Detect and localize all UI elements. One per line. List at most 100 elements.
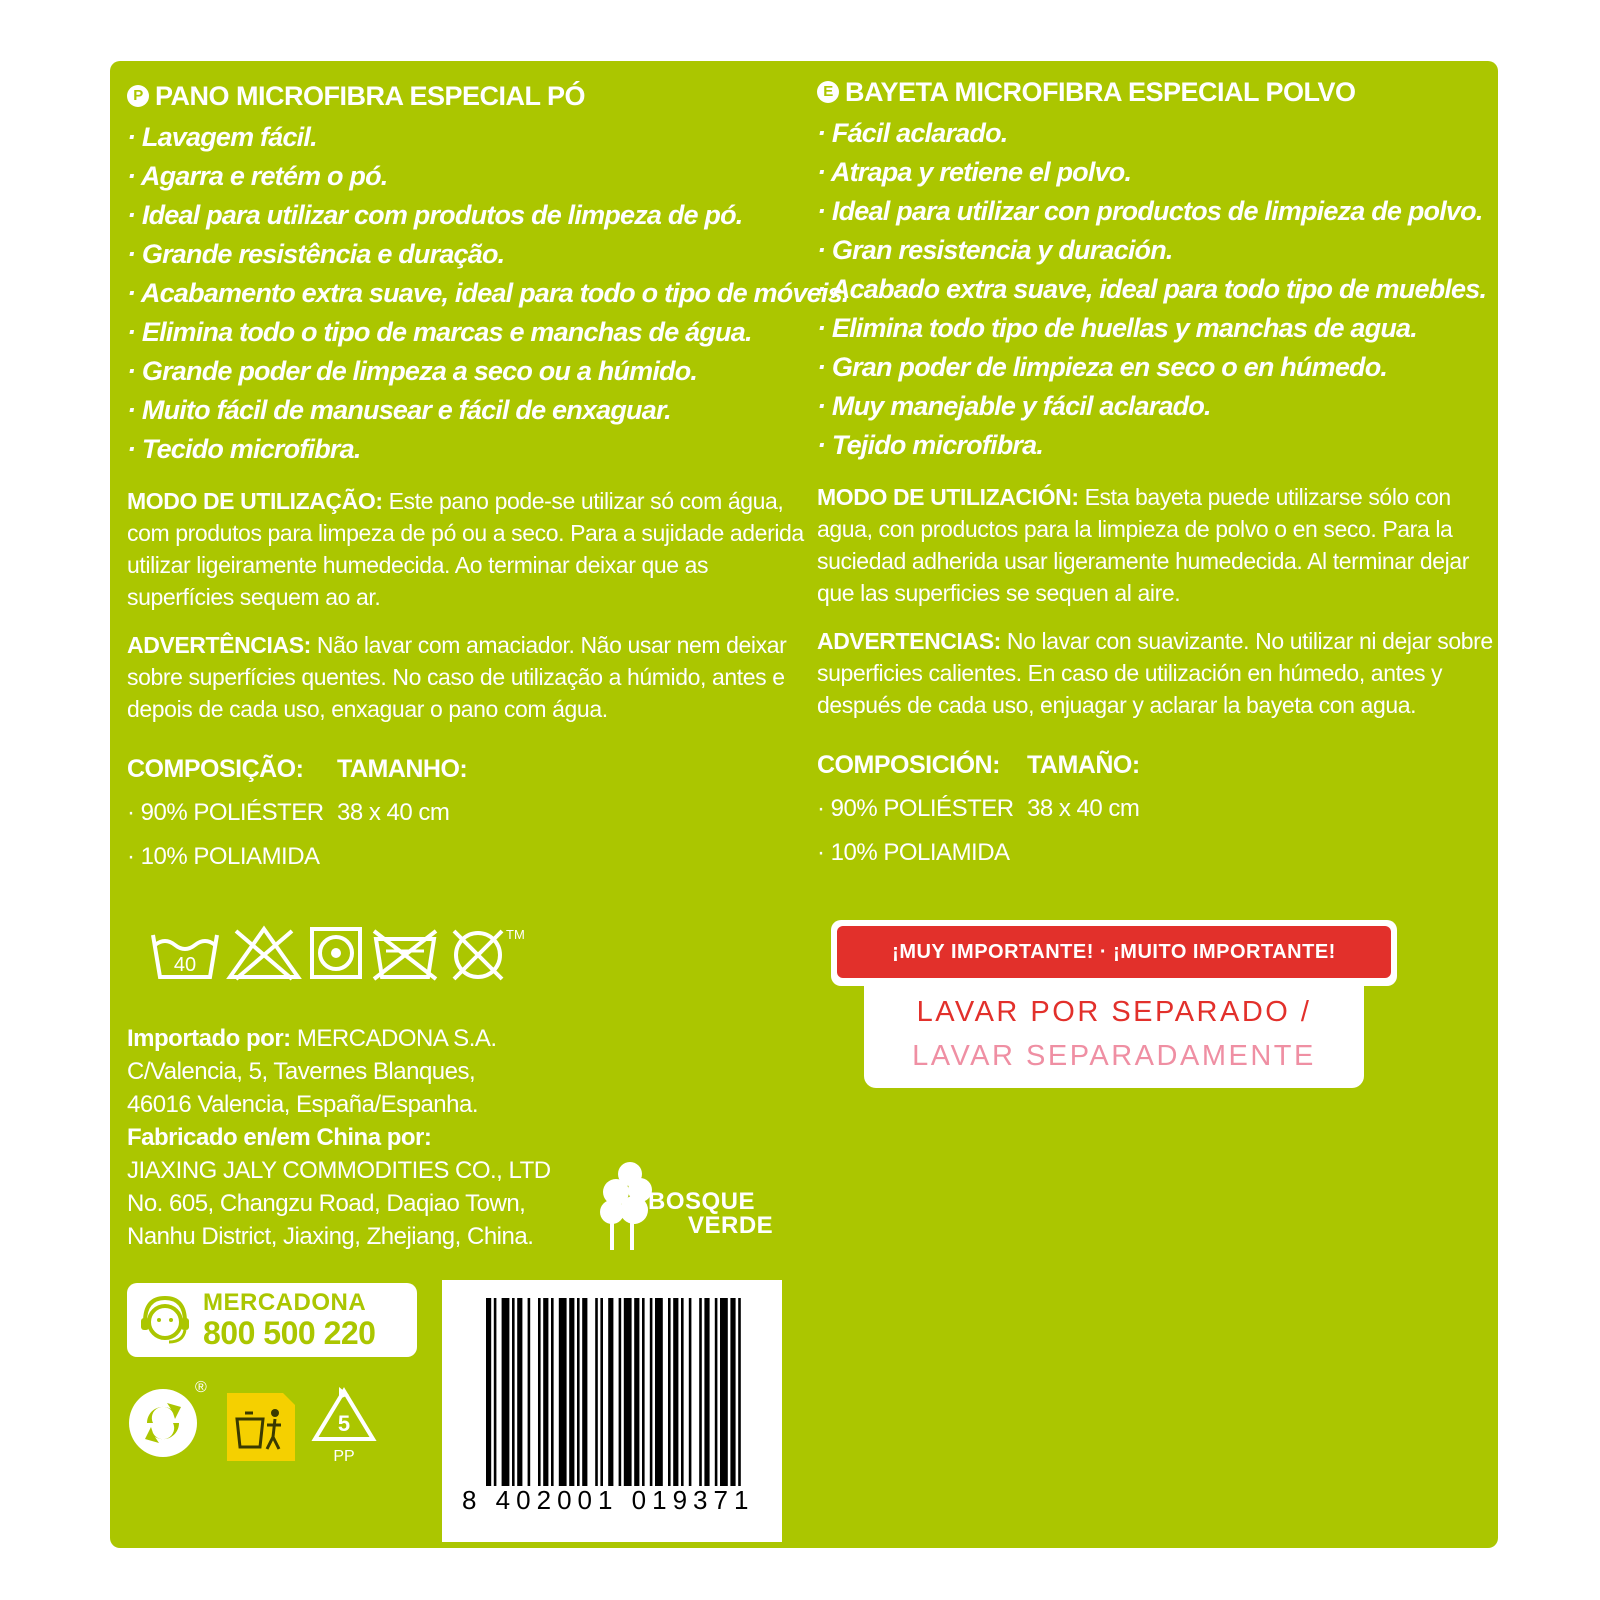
barcode-bar <box>738 1298 741 1486</box>
bosque-line-1: BOSQUE <box>648 1188 756 1215</box>
mercadona-name: MERCADONA <box>203 1289 367 1316</box>
green-dot-icon <box>129 1389 197 1457</box>
barcode-number: 8 402001 019371 <box>462 1485 755 1515</box>
bosque-verde-text: BOSQUE VERDE <box>648 1190 773 1238</box>
es-feature-list: · Fácil aclarado. · Atrapa y retiene el … <box>817 114 1497 465</box>
barcode-bar <box>668 1298 671 1486</box>
portuguese-column: P PANO MICROFIBRA ESPECIAL PÓ · Lavagem … <box>127 80 849 887</box>
barcode-bar <box>655 1298 663 1486</box>
barcode: 8 402001 019371 <box>442 1280 782 1542</box>
wash-40-icon: 40 <box>151 934 219 979</box>
barcode-bar <box>512 1298 515 1486</box>
importer-address-2: 46016 Valencia, España/Espanha. <box>127 1091 479 1118</box>
barcode-bar <box>642 1298 645 1486</box>
barcode-bar <box>501 1298 510 1486</box>
es-warnings-label: ADVERTENCIAS: <box>817 628 1001 654</box>
list-item: · Gran poder de limpieza en seco o en hú… <box>817 352 1388 382</box>
barcode-bar <box>730 1298 736 1486</box>
dispose-bin-icon <box>227 1393 295 1461</box>
warning-header-text: ¡MUY IMPORTANTE! · ¡MUITO IMPORTANTE! <box>837 926 1391 978</box>
es-usage-label: MODO DE UTILIZACIÓN: <box>817 484 1079 510</box>
list-item: · Atrapa y retiene el polvo. <box>817 157 1132 187</box>
list-item: · Ideal para utilizar con productos de l… <box>817 196 1483 226</box>
barcode-bar <box>538 1298 541 1486</box>
importer-info: Importado por: MERCADONA S.A. C/Valencia… <box>127 1022 551 1253</box>
pt-composition-polyamide: · 10% POLIAMIDA <box>127 843 320 870</box>
plastic-code: 5 <box>338 1411 350 1436</box>
list-item: · Gran resistencia y duración. <box>817 235 1173 265</box>
barcode-bar <box>558 1298 567 1486</box>
list-item: · Grande resistência e duração. <box>127 239 505 269</box>
imported-by-value: MERCADONA S.A. <box>290 1025 497 1052</box>
mercadona-hotline: MERCADONA 800 500 220 <box>127 1283 417 1357</box>
es-warnings-paragraph: ADVERTENCIAS: No lavar con suavizante. N… <box>817 625 1497 721</box>
pt-composition-polyester: · 90% POLIÉSTER <box>127 799 324 826</box>
barcode-bar <box>582 1298 588 1486</box>
bosque-verde-logo: BOSQUE VERDE <box>600 1160 773 1257</box>
list-item: · Lavagem fácil. <box>127 122 318 152</box>
barcode-bar <box>681 1298 684 1486</box>
pt-specs: COMPOSIÇÃO: TAMANHO: · 90% POLIÉSTER 38 … <box>127 755 807 887</box>
list-item: · Muito fácil de manusear e fácil de enx… <box>127 395 672 425</box>
list-item: · Fácil aclarado. <box>817 118 1008 148</box>
barcode-bar <box>595 1298 598 1486</box>
barcode-bar <box>704 1298 710 1486</box>
list-item: · Ideal para utilizar com produtos de li… <box>127 200 743 230</box>
es-title-text: BAYETA MICROFIBRA ESPECIAL POLVO <box>845 77 1356 107</box>
imported-by-line: Importado por: MERCADONA S.A. <box>127 1022 551 1055</box>
barcode-bar <box>714 1298 718 1486</box>
pt-size-label: TAMANHO: <box>337 755 468 783</box>
trademark-mark: TM <box>506 927 525 942</box>
barcode-bar <box>517 1298 523 1486</box>
pt-title: P PANO MICROFIBRA ESPECIAL PÓ <box>127 80 807 112</box>
pt-usage-paragraph: MODO DE UTILIZAÇÃO: Este pano pode-se ut… <box>127 485 807 613</box>
es-composition-polyester: · 90% POLIÉSTER <box>817 795 1014 822</box>
maker-line-3: Nanhu District, Jiaxing, Zhejiang, China… <box>127 1223 534 1250</box>
care-symbols: 40 TM <box>150 925 538 981</box>
barcode-bar <box>527 1298 531 1486</box>
maker-line-2: No. 605, Changzu Road, Daqiao Town, <box>127 1190 526 1217</box>
bosque-line-2: VERDE <box>688 1212 774 1239</box>
barcode-bar <box>634 1298 640 1486</box>
es-language-badge: E <box>817 81 839 103</box>
pt-feature-list: · Lavagem fácil. · Agarra e retém o pó. … <box>127 118 849 469</box>
es-composition-polyamide: · 10% POLIAMIDA <box>817 839 1010 866</box>
barcode-bars <box>486 1298 741 1486</box>
no-bleach-icon <box>226 925 302 981</box>
headset-agent-icon <box>141 1295 189 1344</box>
recycle-pp-icon: 5 PP <box>311 1387 377 1465</box>
mercadona-phone: 800 500 220 <box>203 1315 376 1351</box>
pt-title-text: PANO MICROFIBRA ESPECIAL PÓ <box>155 81 586 111</box>
list-item: · Agarra e retém o pó. <box>127 161 388 191</box>
importer-address-1: C/Valencia, 5, Tavernes Blanques, <box>127 1058 476 1085</box>
warning-message-box: LAVAR POR SEPARADO / LAVAR SEPARADAMENTE <box>864 978 1364 1088</box>
barcode-bar <box>551 1298 554 1486</box>
spanish-column: E BAYETA MICROFIBRA ESPECIAL POLVO · Fác… <box>817 76 1497 883</box>
list-item: · Elimina todo tipo de huellas y manchas… <box>817 313 1418 343</box>
es-size-value: 38 x 40 cm <box>1027 795 1140 822</box>
wash-warning: LAVAR POR SEPARADO / LAVAR SEPARADAMENTE… <box>831 920 1397 1088</box>
wash-temperature: 40 <box>174 954 196 976</box>
barcode-bar <box>623 1298 632 1486</box>
barcode-bar <box>649 1298 653 1486</box>
barcode-bar <box>543 1298 549 1486</box>
warning-line-1: LAVAR POR SEPARADO / <box>916 996 1312 1028</box>
barcode-bar <box>608 1298 614 1486</box>
es-title: E BAYETA MICROFIBRA ESPECIAL POLVO <box>817 76 1497 108</box>
es-usage-paragraph: MODO DE UTILIZACIÓN: Esta bayeta puede u… <box>817 481 1497 609</box>
list-item: · Acabamento extra suave, ideal para tod… <box>127 278 849 308</box>
barcode-bar <box>618 1298 622 1486</box>
imported-by-label: Importado por: <box>127 1025 291 1052</box>
made-in-label: Fabricado en/em China por: <box>127 1124 432 1151</box>
list-item: · Grande poder de limpeza a seco ou a hú… <box>127 356 698 386</box>
plastic-type: PP <box>333 1448 354 1465</box>
barcode-bar <box>673 1298 679 1486</box>
barcode-bar <box>569 1298 575 1486</box>
barcode-bar <box>699 1298 702 1486</box>
warning-header: ¡MUY IMPORTANTE! · ¡MUITO IMPORTANTE! <box>831 920 1397 986</box>
es-specs: COMPOSICIÓN: TAMAÑO: · 90% POLIÉSTER 38 … <box>817 751 1497 883</box>
barcode-bar <box>493 1298 497 1486</box>
warning-line-2: LAVAR SEPARADAMENTE <box>912 1040 1316 1072</box>
barcode-bar <box>720 1298 728 1486</box>
list-item: · Tecido microfibra. <box>127 434 361 464</box>
